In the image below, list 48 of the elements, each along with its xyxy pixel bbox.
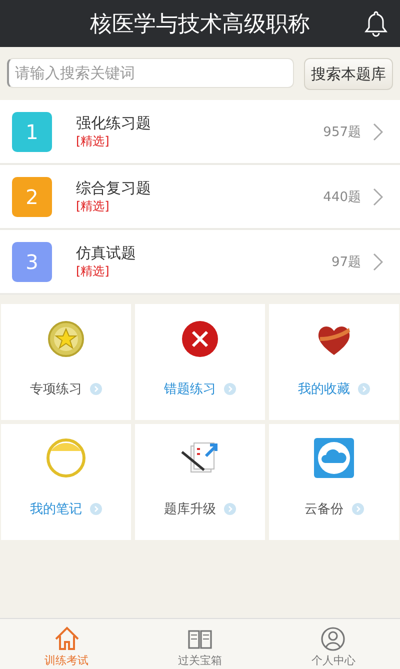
app-title: 核医学与技术高级职称 xyxy=(90,10,310,38)
featured-tag: [精选] xyxy=(76,132,110,150)
question-count: 957题 xyxy=(323,124,361,140)
number-badge: 2 xyxy=(12,176,52,216)
feature-tile[interactable]: 我的笔记 xyxy=(1,424,131,540)
feature-label: 云备份 xyxy=(304,501,344,518)
featured-tag: [精选] xyxy=(76,198,110,214)
exam-title: 仿真试题 xyxy=(76,244,136,262)
feature-tile[interactable]: 专项练习 xyxy=(1,304,131,420)
exam-title: 综合复习题 xyxy=(76,178,151,198)
chevron-icon xyxy=(373,188,383,206)
tab[interactable]: 过关宝箱 xyxy=(133,619,267,669)
feature-tile[interactable]: 云备份 xyxy=(269,424,399,540)
exam-row[interactable]: 1 强化练习题 [精选] 957题 xyxy=(0,100,400,165)
feature-label: 我的笔记 xyxy=(30,501,82,518)
arrow-circle-icon xyxy=(224,503,236,515)
exam-row[interactable]: 3 仿真试题 [精选] 97题 xyxy=(0,230,400,295)
number-badge: 1 xyxy=(12,112,52,152)
search-field[interactable]: 请输入搜索关键词 xyxy=(7,58,294,88)
chevron-icon xyxy=(373,252,383,270)
feature-label: 错题练习 xyxy=(164,381,216,398)
feature-tile[interactable]: 题库升级 xyxy=(135,424,265,540)
cloud-icon xyxy=(314,438,354,478)
arrow-circle-icon xyxy=(352,503,364,515)
feature-label: 题库升级 xyxy=(164,501,216,518)
number-badge: 3 xyxy=(12,242,52,282)
home-icon xyxy=(52,625,81,653)
feature-tile[interactable]: 错题练习 xyxy=(135,304,265,420)
star-medal-icon xyxy=(47,320,85,358)
feature-label: 我的收藏 xyxy=(298,381,350,398)
question-count: 440题 xyxy=(323,188,361,206)
notepad-icon xyxy=(46,438,86,478)
chevron-icon xyxy=(373,122,383,140)
arrow-circle-icon xyxy=(224,383,236,395)
exam-title: 强化练习题 xyxy=(76,114,151,132)
bell-icon[interactable] xyxy=(364,10,388,38)
feature-tile[interactable]: 我的收藏 xyxy=(269,304,399,420)
close-icon xyxy=(181,320,219,358)
arrow-circle-icon xyxy=(90,503,102,515)
exam-row[interactable]: 2 综合复习题 [精选] 440题 xyxy=(0,165,400,230)
question-count: 97题 xyxy=(331,254,361,270)
arrow-circle-icon xyxy=(90,383,102,395)
featured-tag: [精选] xyxy=(76,262,110,280)
feature-label: 专项练习 xyxy=(30,381,82,398)
person-icon xyxy=(319,625,348,653)
tab[interactable]: 个人中心 xyxy=(266,619,400,669)
arrow-circle-icon xyxy=(358,383,370,395)
search-button[interactable]: 搜索本题库 xyxy=(304,58,393,90)
